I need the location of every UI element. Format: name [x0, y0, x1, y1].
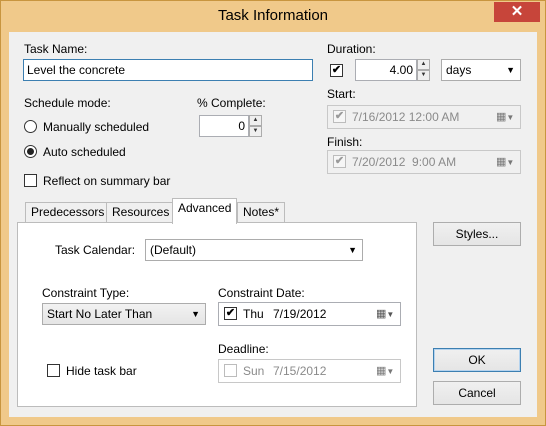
start-date-field[interactable]: ✔ 7/16/2012 12:00 AM ▦▼	[327, 105, 521, 129]
calendar-icon: ▦	[496, 156, 507, 168]
checkmark-icon: ✔	[334, 110, 345, 122]
manually-scheduled-radio[interactable]	[24, 120, 37, 133]
manually-scheduled-label: Manually scheduled	[43, 120, 150, 134]
tab-advanced[interactable]: Advanced	[172, 198, 238, 224]
deadline-value: 7/15/2012	[273, 364, 327, 378]
task-information-dialog: Task Information ✕ Task Name: Level the …	[0, 0, 546, 426]
tab-predecessors[interactable]: Predecessors	[25, 202, 111, 222]
calendar-dropdown-icon[interactable]: ▦▼	[496, 151, 515, 173]
task-calendar-dropdown[interactable]: (Default) ▼	[145, 239, 363, 261]
calendar-dropdown-icon[interactable]: ▦▼	[376, 303, 395, 325]
duration-label: Duration:	[327, 42, 376, 56]
percent-complete-value: 0	[238, 119, 245, 133]
close-button[interactable]: ✕	[494, 2, 540, 22]
constraint-date-value: 7/19/2012	[273, 307, 327, 321]
start-checkbox[interactable]: ✔	[333, 110, 346, 123]
cancel-button[interactable]: Cancel	[433, 381, 521, 405]
task-calendar-label: Task Calendar:	[55, 243, 136, 257]
spin-up-icon[interactable]: ▲	[417, 59, 430, 70]
schedule-mode-label: Schedule mode:	[24, 96, 111, 110]
chevron-down-icon: ▼	[386, 367, 395, 376]
constraint-date-label: Constraint Date:	[218, 286, 305, 300]
percent-complete-input[interactable]: 0	[199, 115, 249, 137]
duration-unit-value: days	[446, 63, 472, 77]
checkmark-icon: ✔	[334, 155, 345, 167]
chevron-down-icon: ▼	[506, 113, 515, 122]
chevron-down-icon: ▼	[506, 158, 515, 167]
finish-date-value: 7/20/2012 9:00 AM	[352, 155, 457, 169]
checkmark-icon: ✔	[331, 64, 342, 76]
tab-notes[interactable]: Notes*	[237, 202, 286, 222]
constraint-date-field[interactable]: ✔ Thu 7/19/2012 ▦▼	[218, 302, 401, 326]
close-icon: ✕	[510, 3, 524, 20]
hide-task-bar-label: Hide task bar	[66, 364, 137, 378]
percent-complete-spinner[interactable]: ▲ ▼	[249, 115, 262, 137]
ok-button[interactable]: OK	[433, 348, 521, 372]
reflect-summary-label: Reflect on summary bar	[43, 174, 171, 188]
constraint-type-label: Constraint Type:	[42, 286, 130, 300]
hide-task-bar-checkbox[interactable]	[47, 364, 60, 377]
auto-scheduled-radio[interactable]	[24, 145, 37, 158]
duration-checkbox[interactable]: ✔	[330, 64, 343, 77]
calendar-dropdown-icon[interactable]: ▦▼	[496, 106, 515, 128]
spin-down-icon[interactable]: ▼	[417, 70, 430, 81]
window-title: Task Information	[217, 7, 329, 24]
deadline-field[interactable]: Sun 7/15/2012 ▦▼	[218, 359, 401, 383]
auto-scheduled-label: Auto scheduled	[43, 145, 126, 159]
chevron-down-icon: ▼	[348, 245, 357, 255]
task-calendar-value: (Default)	[150, 243, 197, 257]
tab-resources[interactable]: Resources	[106, 202, 176, 222]
deadline-checkbox[interactable]	[224, 364, 237, 377]
deadline-day: Sun	[243, 364, 265, 378]
duration-spinner[interactable]: ▲ ▼	[417, 59, 430, 81]
constraint-date-day: Thu	[243, 307, 264, 321]
chevron-down-icon: ▼	[506, 65, 515, 75]
finish-checkbox[interactable]: ✔	[333, 155, 346, 168]
title-bar[interactable]: Task Information ✕	[1, 1, 545, 32]
checkmark-icon: ✔	[225, 307, 236, 319]
styles-button[interactable]: Styles...	[433, 222, 521, 246]
calendar-dropdown-icon[interactable]: ▦▼	[376, 360, 395, 382]
constraint-date-checkbox[interactable]: ✔	[224, 307, 237, 320]
chevron-down-icon: ▼	[191, 309, 200, 319]
calendar-icon: ▦	[496, 111, 507, 123]
spin-down-icon[interactable]: ▼	[249, 126, 262, 137]
chevron-down-icon: ▼	[386, 310, 395, 319]
task-name-input[interactable]: Level the concrete	[23, 59, 313, 81]
calendar-icon: ▦	[376, 308, 387, 320]
deadline-label: Deadline:	[218, 342, 269, 356]
task-name-value: Level the concrete	[27, 63, 126, 77]
reflect-summary-checkbox[interactable]	[24, 174, 37, 187]
task-name-label: Task Name:	[24, 42, 88, 56]
spin-up-icon[interactable]: ▲	[249, 115, 262, 126]
finish-date-field[interactable]: ✔ 7/20/2012 9:00 AM ▦▼	[327, 150, 521, 174]
duration-value: 4.00	[389, 63, 413, 77]
constraint-type-value: Start No Later Than	[47, 307, 153, 321]
duration-unit-dropdown[interactable]: days ▼	[441, 59, 521, 81]
calendar-icon: ▦	[376, 365, 387, 377]
constraint-type-dropdown[interactable]: Start No Later Than ▼	[42, 303, 206, 325]
finish-label: Finish:	[327, 135, 363, 149]
percent-complete-label: % Complete:	[197, 96, 266, 110]
duration-input[interactable]: 4.00	[355, 59, 417, 81]
start-date-value: 7/16/2012 12:00 AM	[352, 110, 460, 124]
dialog-body: Task Name: Level the concrete Schedule m…	[9, 32, 537, 417]
advanced-tab-panel: Task Calendar: (Default) ▼ Constraint Ty…	[17, 222, 417, 407]
start-label: Start:	[327, 87, 356, 101]
